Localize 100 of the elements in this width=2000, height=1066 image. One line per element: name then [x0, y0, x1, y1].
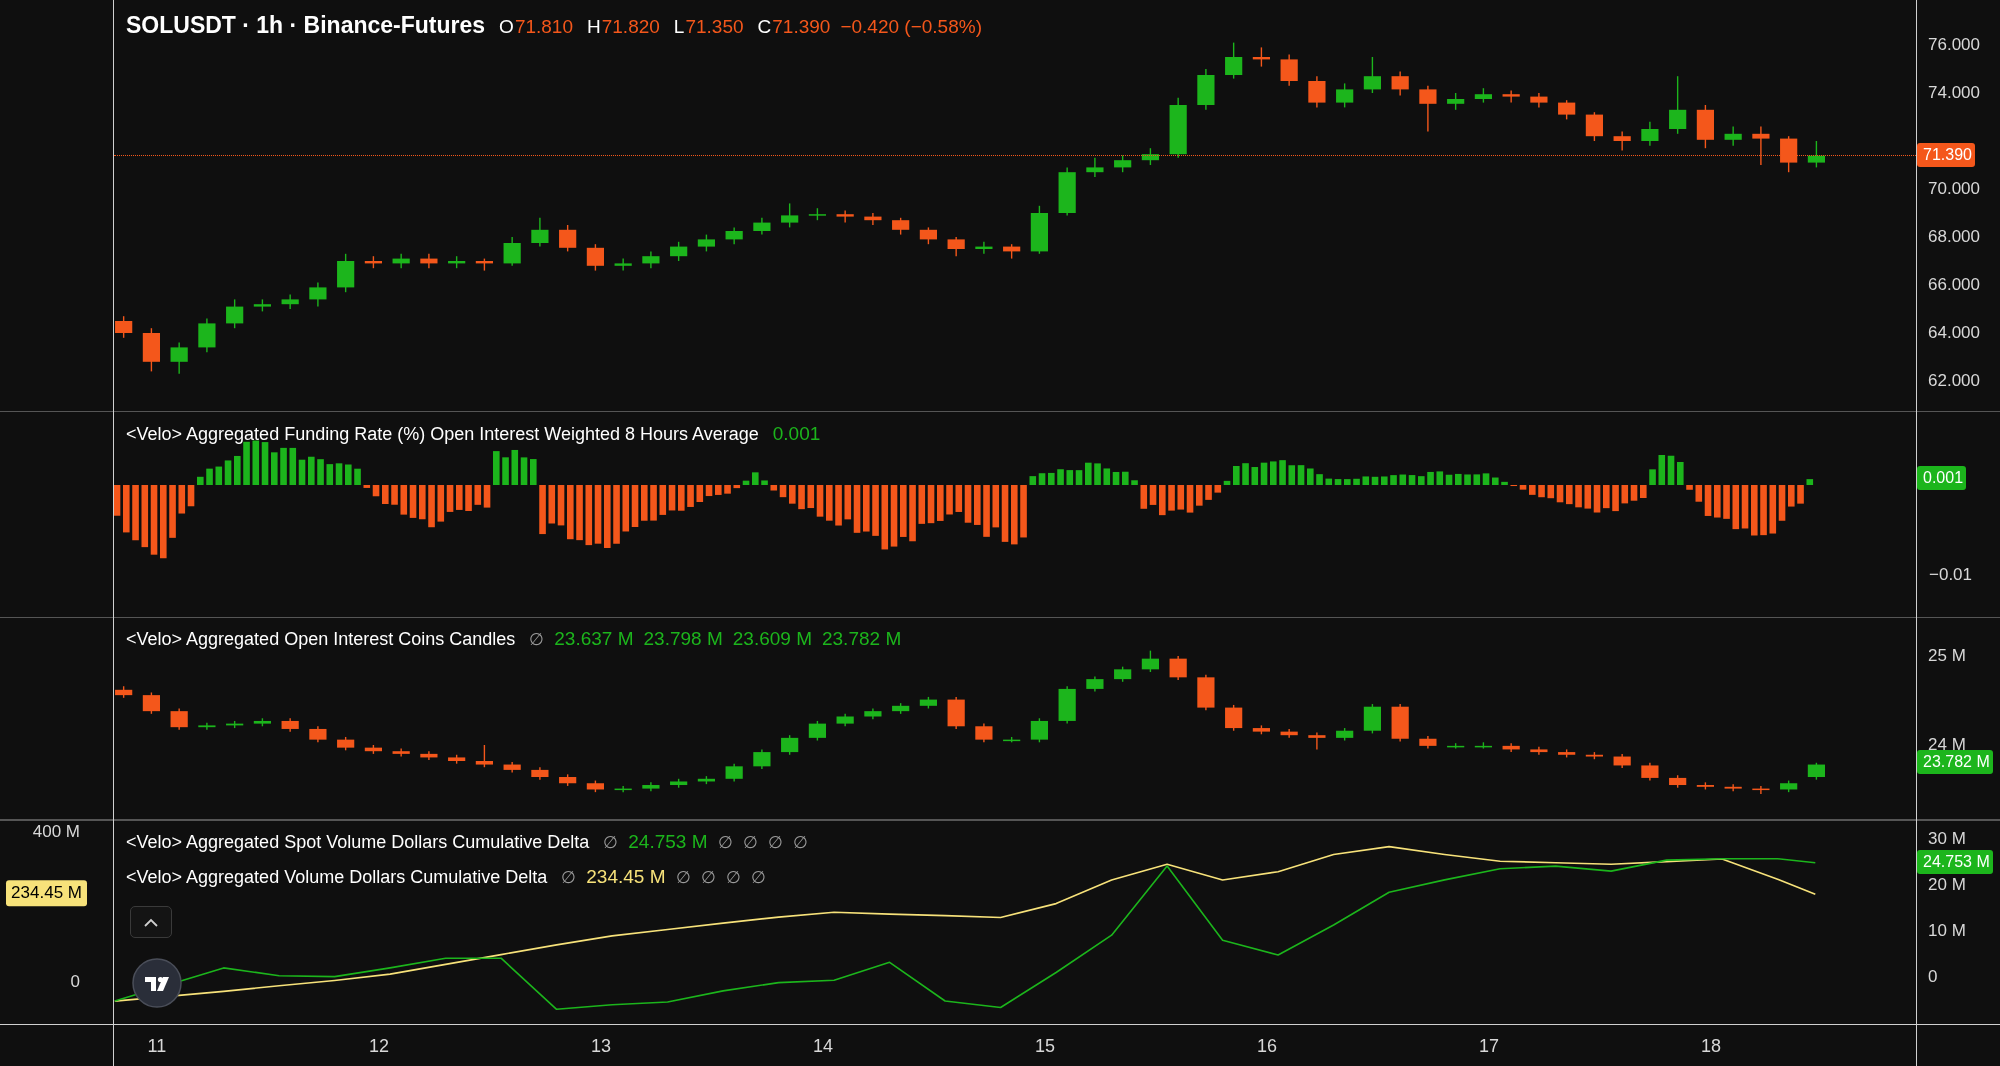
candle	[1558, 99, 1576, 121]
candle	[1197, 673, 1215, 711]
axis-tick-label: 66.000	[1928, 274, 1980, 297]
axis-tick-label: 70.000	[1928, 178, 1980, 201]
candle	[198, 317, 216, 353]
time-axis-label: 14	[812, 1035, 833, 1058]
no-value-sign: ∅	[742, 832, 758, 854]
candle	[864, 707, 882, 720]
candle	[1613, 753, 1631, 769]
candle	[115, 685, 133, 699]
candle	[586, 243, 604, 272]
candle	[1391, 70, 1409, 97]
candle	[559, 773, 577, 787]
candle	[337, 736, 355, 752]
time-axis-label: 15	[1034, 1035, 1055, 1058]
indicator-value: 23.637 M	[554, 627, 634, 651]
candle	[1447, 92, 1465, 111]
candle	[1447, 742, 1465, 750]
candle	[864, 212, 882, 226]
candle	[226, 298, 244, 329]
candle	[781, 734, 799, 756]
indicator-value: 24.753 M	[628, 830, 708, 854]
indicator-value: 234.45 M	[586, 864, 666, 889]
axis-tick-label: 400 M	[32, 821, 80, 844]
candle	[697, 233, 715, 253]
time-axis-label: 11	[147, 1035, 167, 1058]
candle	[392, 747, 410, 758]
candle	[420, 253, 438, 269]
candle	[892, 702, 910, 715]
candle	[919, 226, 937, 245]
candle	[1474, 741, 1492, 750]
candle	[1696, 781, 1714, 791]
candle	[725, 762, 743, 783]
candle	[725, 226, 743, 245]
value-label: H	[587, 15, 601, 39]
no-value-sign: ∅	[767, 832, 783, 854]
logo-icon[interactable]	[132, 958, 182, 1008]
no-value-sign: ∅	[750, 866, 766, 889]
candle	[1613, 130, 1631, 152]
value-badge: 234.45 M	[6, 880, 87, 906]
candle	[614, 257, 632, 272]
time-axis-label: 13	[590, 1035, 611, 1058]
no-value-sign: ∅	[792, 832, 808, 854]
axis-tick-label: 74.000	[1928, 82, 1980, 105]
value-label: O	[499, 15, 514, 39]
candle	[253, 717, 271, 727]
axis-tick-label: 0	[70, 971, 80, 994]
axis-tick-label: 0	[1928, 966, 1938, 989]
indicator-value: 71.350	[685, 15, 744, 39]
candle	[281, 717, 299, 733]
chevron-up-icon	[144, 917, 158, 927]
candle	[1363, 703, 1381, 735]
candle	[753, 748, 771, 770]
candle	[364, 255, 382, 269]
value-badge: 24.753 M	[1917, 850, 1993, 874]
candle	[1641, 121, 1659, 147]
candle	[1530, 92, 1548, 109]
candle	[1585, 111, 1603, 142]
candle	[1558, 748, 1576, 759]
candle	[1752, 785, 1770, 795]
indicator-value: 71.810	[514, 15, 573, 39]
candle	[1058, 685, 1076, 725]
candle	[1225, 41, 1243, 80]
candle	[309, 725, 327, 743]
candle	[475, 744, 493, 768]
candle	[142, 327, 160, 373]
collapse-button[interactable]	[130, 906, 172, 938]
candle	[1252, 724, 1270, 735]
candle	[1141, 649, 1159, 673]
candle	[808, 207, 826, 221]
value-badge: 71.390	[1917, 143, 1975, 167]
candle	[1058, 166, 1076, 217]
candle	[559, 224, 577, 253]
candle	[170, 707, 188, 731]
candle	[1780, 779, 1798, 793]
candle	[1114, 154, 1132, 173]
candle	[364, 744, 382, 755]
candle	[337, 253, 355, 293]
candle	[448, 754, 466, 765]
candle	[1308, 731, 1326, 751]
candle	[226, 720, 244, 729]
time-axis-label: 17	[1478, 1035, 1499, 1058]
candle	[1086, 157, 1104, 178]
candle	[142, 691, 160, 715]
candle	[781, 202, 799, 229]
value-label: L	[673, 15, 685, 39]
candle	[670, 241, 688, 262]
candle	[309, 281, 327, 308]
indicator-name: <Velo> Aggregated Volume Dollars Cumulative Delta	[126, 865, 548, 889]
no-value-sign: ∅	[675, 866, 691, 889]
candle	[1585, 751, 1603, 760]
time-axis-label: 18	[1700, 1035, 1721, 1058]
axis-tick-label: 10 M	[1928, 920, 1966, 943]
candle	[1530, 746, 1548, 756]
candle	[531, 766, 549, 781]
candle	[1252, 46, 1270, 68]
candle	[1669, 75, 1687, 135]
no-value-sign: ∅	[603, 832, 619, 854]
candle	[170, 341, 188, 375]
indicator-value: 71.820	[601, 15, 660, 39]
